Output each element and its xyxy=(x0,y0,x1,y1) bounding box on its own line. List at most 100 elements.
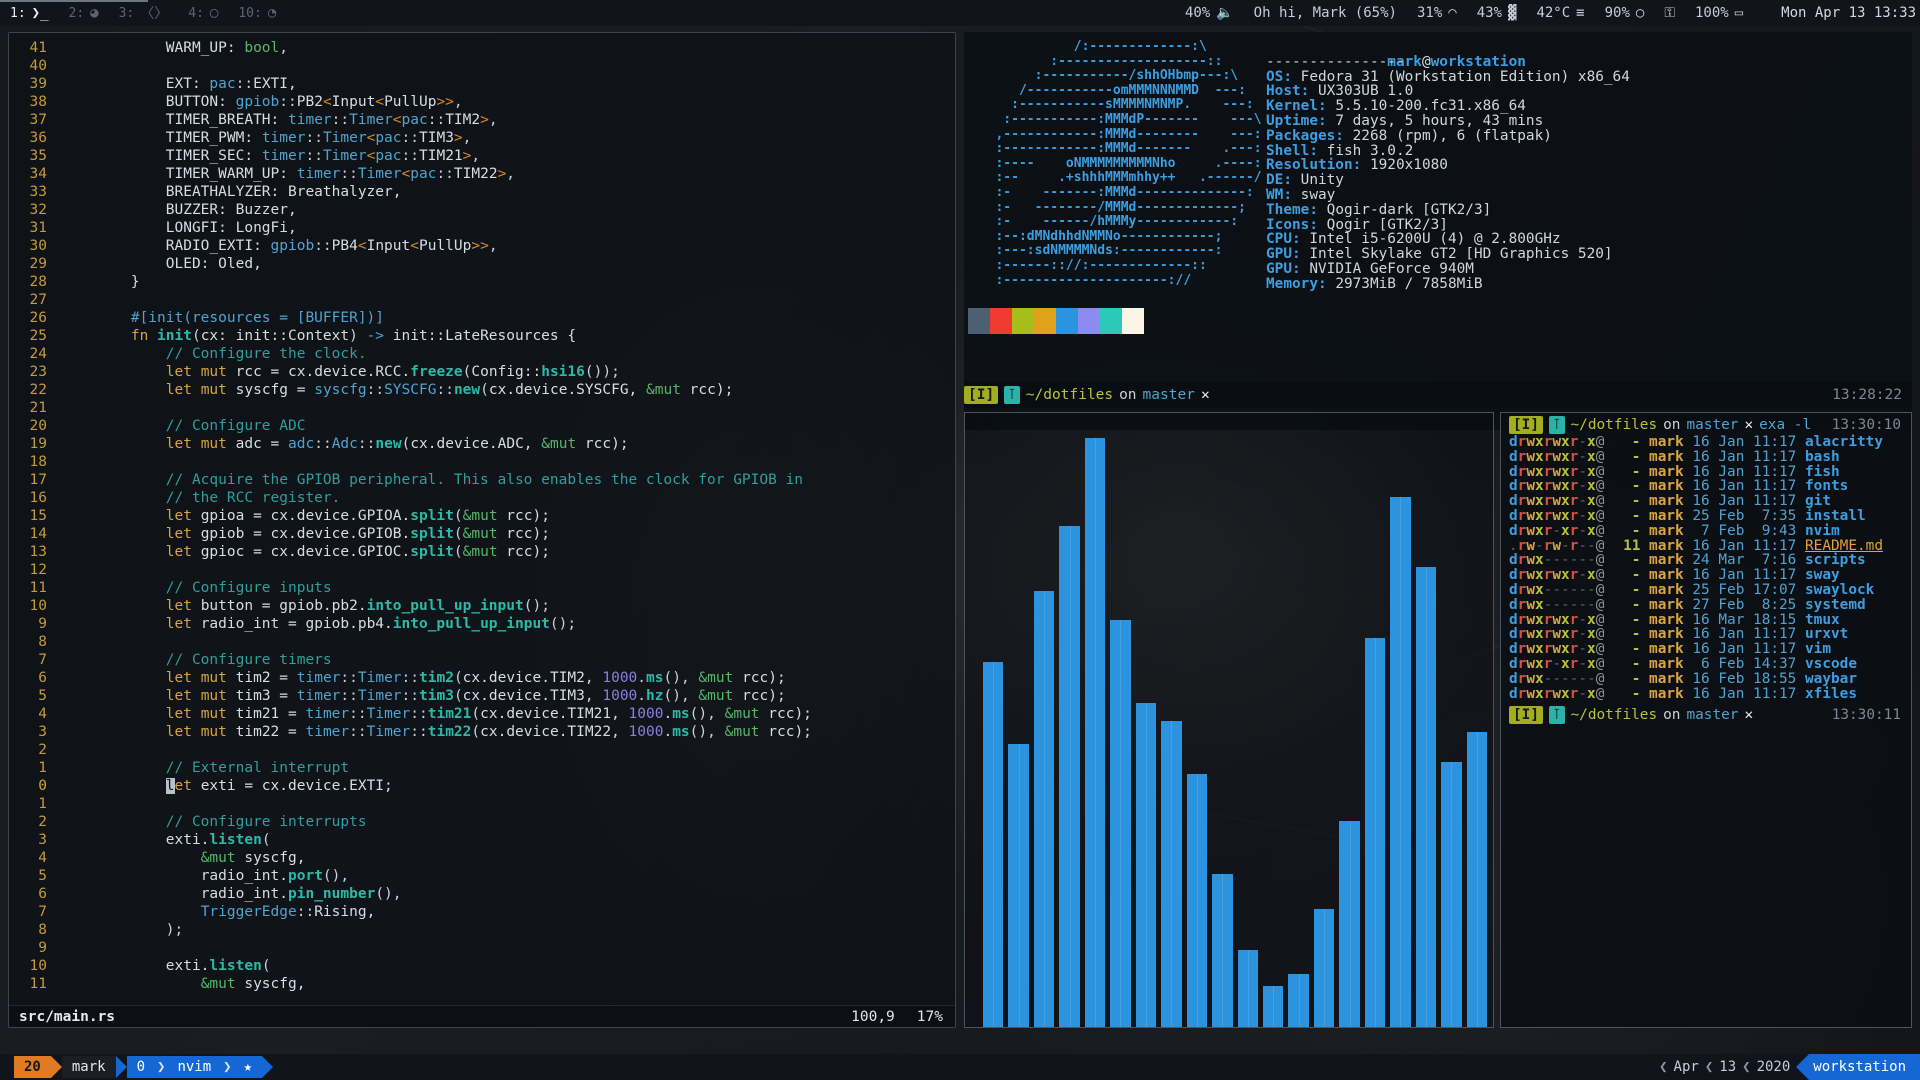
file-name[interactable]: tmux xyxy=(1805,613,1840,628)
code-line[interactable]: 35 TIMER_SEC: timer::Timer<pac::TIM21>, xyxy=(9,147,955,165)
code-line[interactable]: 22 let mut syscfg = syscfg::SYSCFG::new(… xyxy=(9,381,955,399)
file-name[interactable]: install xyxy=(1805,509,1866,524)
exa-terminal[interactable]: [I] ⊺ ~/dotfiles on master ✕ exa -l 13:3… xyxy=(1500,412,1912,1028)
tray-battery[interactable]: 100%▭ xyxy=(1685,5,1753,21)
code-line[interactable]: 24 // Configure the clock. xyxy=(9,345,955,363)
exa-file-row[interactable]: drwxrwxr-x@- mark 16 Jan 11:17 git xyxy=(1501,494,1911,509)
workspace-button-4[interactable]: 4:◯ xyxy=(178,0,228,26)
bar-chart-panel[interactable] xyxy=(964,412,1494,1028)
code-line[interactable]: 20 // Configure ADC xyxy=(9,417,955,435)
exa-file-row[interactable]: drwx------@- mark 27 Feb 8:25 systemd xyxy=(1501,598,1911,613)
exa-file-row[interactable]: drwxrwxr-x@- mark 16 Mar 18:15 tmux xyxy=(1501,613,1911,628)
file-name[interactable]: vscode xyxy=(1805,657,1857,672)
code-line[interactable]: 36 TIMER_PWM: timer::Timer<pac::TIM3>, xyxy=(9,129,955,147)
code-line[interactable]: 15 let gpioa = cx.device.GPIOA.split(&mu… xyxy=(9,507,955,525)
code-line[interactable]: 34 TIMER_WARM_UP: timer::Timer<pac::TIM2… xyxy=(9,165,955,183)
exa-file-row[interactable]: drwxr-xr-x@- mark 7 Feb 9:43 nvim xyxy=(1501,524,1911,539)
exa-file-row[interactable]: drwxrwxr-x@- mark 16 Jan 11:17 sway xyxy=(1501,568,1911,583)
file-name[interactable]: xfiles xyxy=(1805,687,1857,702)
code-line[interactable]: 32 BUZZER: Buzzer, xyxy=(9,201,955,219)
code-line[interactable]: 11 &mut syscfg, xyxy=(9,975,955,993)
tray-memory[interactable]: 43%▓ xyxy=(1467,5,1527,21)
code-line[interactable]: 21 xyxy=(9,399,955,417)
exa-file-row[interactable]: drwx------@- mark 16 Feb 18:55 waybar xyxy=(1501,672,1911,687)
code-line[interactable]: 7 TriggerEdge::Rising, xyxy=(9,903,955,921)
code-line[interactable]: 29 OLED: Oled, xyxy=(9,255,955,273)
code-line[interactable]: 38 BUTTON: gpiob::PB2<Input<PullUp>>, xyxy=(9,93,955,111)
file-name[interactable]: swaylock xyxy=(1805,583,1874,598)
tray-vpn[interactable]: ⚿ xyxy=(1654,5,1685,21)
code-line[interactable]: 30 RADIO_EXTI: gpiob::PB4<Input<PullUp>>… xyxy=(9,237,955,255)
code-line[interactable]: 25 fn init(cx: init::Context) -> init::L… xyxy=(9,327,955,345)
tray-greeting[interactable]: Oh hi, Mark (65%) xyxy=(1244,5,1407,21)
file-name[interactable]: nvim xyxy=(1805,524,1840,539)
code-line[interactable]: 6 let mut tim2 = timer::Timer::tim2(cx.d… xyxy=(9,669,955,687)
code-line[interactable]: 13 let gpioc = cx.device.GPIOC.split(&mu… xyxy=(9,543,955,561)
workspace-button-3[interactable]: 3:〈〉 xyxy=(109,0,179,26)
file-name[interactable]: fish xyxy=(1805,465,1840,480)
code-line[interactable]: 1 // External interrupt xyxy=(9,759,955,777)
code-line[interactable]: 31 LONGFI: LongFi, xyxy=(9,219,955,237)
code-line[interactable]: 0 let exti = cx.device.EXTI; xyxy=(9,777,955,795)
workspace-button-1[interactable]: 1:❯_ xyxy=(0,0,59,26)
code-line[interactable]: 12 xyxy=(9,561,955,579)
code-line[interactable]: 10 exti.listen( xyxy=(9,957,955,975)
tray-cpu-temp[interactable]: 42°C≡ xyxy=(1526,5,1594,21)
code-line[interactable]: 2 xyxy=(9,741,955,759)
code-line[interactable]: 14 let gpiob = cx.device.GPIOB.split(&mu… xyxy=(9,525,955,543)
exa-file-row[interactable]: .rw-rw-r--@11 mark 16 Jan 11:17 README.m… xyxy=(1501,539,1911,554)
code-line[interactable]: 4 &mut syscfg, xyxy=(9,849,955,867)
code-line[interactable]: 17 // Acquire the GPIOB peripheral. This… xyxy=(9,471,955,489)
code-line[interactable]: 33 BREATHALYZER: Breathalyzer, xyxy=(9,183,955,201)
code-line[interactable]: 5 radio_int.port(), xyxy=(9,867,955,885)
code-line[interactable]: 9 xyxy=(9,939,955,957)
code-line[interactable]: 7 // Configure timers xyxy=(9,651,955,669)
exa-file-row[interactable]: drwxrwxr-x@- mark 16 Jan 11:17 urxvt xyxy=(1501,627,1911,642)
code-line[interactable]: 3 exti.listen( xyxy=(9,831,955,849)
code-line[interactable]: 4 let mut tim21 = timer::Timer::tim21(cx… xyxy=(9,705,955,723)
neofetch-terminal[interactable]: /:-------------:\ :-------------------::… xyxy=(964,32,1912,430)
file-name[interactable]: README.md xyxy=(1805,539,1883,554)
code-line[interactable]: 23 let mut rcc = cx.device.RCC.freeze(Co… xyxy=(9,363,955,381)
file-name[interactable]: waybar xyxy=(1805,672,1857,687)
workspace-button-10[interactable]: 10:◔ xyxy=(228,0,286,26)
file-name[interactable]: sway xyxy=(1805,568,1840,583)
neovim-window[interactable]: 41 WARM_UP: bool,4039 EXT: pac::EXTI,38 … xyxy=(8,32,956,1028)
tmux-window-index[interactable]: 0 xyxy=(127,1056,155,1078)
tray-wifi[interactable]: 31%◠ xyxy=(1407,5,1467,21)
exa-file-row[interactable]: drwxrwxr-x@- mark 16 Jan 11:17 vim xyxy=(1501,642,1911,657)
code-line[interactable]: 27 xyxy=(9,291,955,309)
code-line[interactable]: 40 xyxy=(9,57,955,75)
file-name[interactable]: git xyxy=(1805,494,1831,509)
code-line[interactable]: 2 // Configure interrupts xyxy=(9,813,955,831)
tmux-session-number[interactable]: 20 xyxy=(14,1056,51,1078)
file-name[interactable]: bash xyxy=(1805,450,1840,465)
code-line[interactable]: 6 radio_int.pin_number(), xyxy=(9,885,955,903)
workspace-button-2[interactable]: 2:◕ xyxy=(59,0,109,26)
file-name[interactable]: vim xyxy=(1805,642,1831,657)
tray-disk[interactable]: 90%○ xyxy=(1595,5,1655,21)
code-line[interactable]: 26 #[init(resources = [BUFFER])] xyxy=(9,309,955,327)
tmux-window-name[interactable]: nvim xyxy=(167,1056,221,1078)
exa-file-row[interactable]: drwxrwxr-x@- mark 16 Jan 11:17 fonts xyxy=(1501,479,1911,494)
editor-text-area[interactable]: 41 WARM_UP: bool,4039 EXT: pac::EXTI,38 … xyxy=(9,33,955,1005)
file-name[interactable]: alacritty xyxy=(1805,435,1883,450)
code-line[interactable]: 37 TIMER_BREATH: timer::Timer<pac::TIM2>… xyxy=(9,111,955,129)
tray-volume[interactable]: 40%🔈 xyxy=(1175,5,1244,21)
code-line[interactable]: 41 WARM_UP: bool, xyxy=(9,39,955,57)
code-line[interactable]: 1 xyxy=(9,795,955,813)
file-name[interactable]: scripts xyxy=(1805,553,1866,568)
code-line[interactable]: 28 } xyxy=(9,273,955,291)
code-line[interactable]: 11 // Configure inputs xyxy=(9,579,955,597)
exa-file-row[interactable]: drwxrwxr-x@- mark 16 Jan 11:17 alacritty xyxy=(1501,435,1911,450)
file-name[interactable]: fonts xyxy=(1805,479,1848,494)
code-line[interactable]: 8 xyxy=(9,633,955,651)
code-line[interactable]: 8 ); xyxy=(9,921,955,939)
exa-file-row[interactable]: drwxr-xr-x@- mark 6 Feb 14:37 vscode xyxy=(1501,657,1911,672)
exa-file-row[interactable]: drwx------@- mark 24 Mar 7:16 scripts xyxy=(1501,553,1911,568)
exa-file-row[interactable]: drwxrwxr-x@- mark 25 Feb 7:35 install xyxy=(1501,509,1911,524)
code-line[interactable]: 19 let mut adc = adc::Adc::new(cx.device… xyxy=(9,435,955,453)
exa-file-row[interactable]: drwxrwxr-x@- mark 16 Jan 11:17 bash xyxy=(1501,450,1911,465)
code-line[interactable]: 10 let button = gpiob.pb2.into_pull_up_i… xyxy=(9,597,955,615)
code-line[interactable]: 9 let radio_int = gpiob.pb4.into_pull_up… xyxy=(9,615,955,633)
